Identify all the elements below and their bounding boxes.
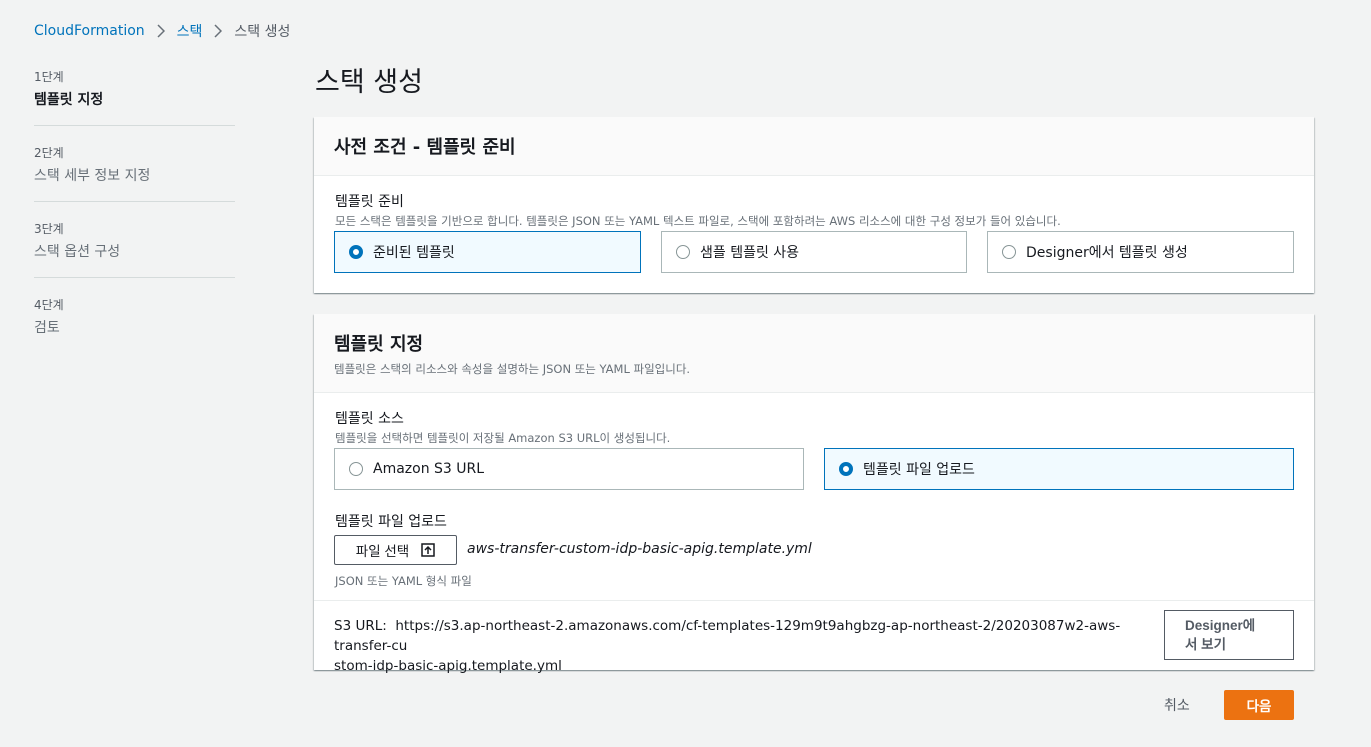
radio-selected-icon — [839, 462, 853, 476]
option-sample-template[interactable]: 샘플 템플릿 사용 — [661, 231, 967, 273]
step-title: 스택 옵션 구성 — [34, 244, 121, 260]
s3-url-text: S3 URL: https://s3.ap-northeast-2.amazon… — [334, 616, 1160, 676]
field-description: 템플릿을 선택하면 템플릿이 저장될 Amazon S3 URL이 생성됩니다. — [335, 431, 671, 445]
step-number: 2단계 — [34, 146, 64, 160]
step-title: 스택 세부 정보 지정 — [34, 168, 151, 184]
button-label: 파일 선택 — [355, 544, 410, 559]
radio-selected-icon — [349, 245, 363, 259]
breadcrumb-create-stack: 스택 생성 — [234, 24, 291, 40]
upload-icon — [421, 543, 435, 557]
breadcrumb-cloudformation[interactable]: CloudFormation — [34, 23, 145, 39]
page-title: 스택 생성 — [315, 67, 423, 98]
option-label: Amazon S3 URL — [373, 461, 485, 477]
panel-title: 템플릿 지정 — [334, 334, 424, 355]
option-label: 샘플 템플릿 사용 — [700, 245, 800, 261]
step-2: 2단계 스택 세부 정보 지정 — [34, 144, 235, 202]
s3-url-label: S3 URL: — [334, 618, 387, 634]
s3-url-value: https://s3.ap-northeast-2.amazonaws.com/… — [334, 618, 1121, 654]
field-label: 템플릿 파일 업로드 — [335, 514, 447, 530]
option-designer-template[interactable]: Designer에서 템플릿 생성 — [987, 231, 1294, 273]
step-number: 1단계 — [34, 70, 64, 84]
step-title: 검토 — [34, 320, 60, 336]
option-ready-template[interactable]: 준비된 템플릿 — [334, 231, 641, 273]
step-title: 템플릿 지정 — [34, 92, 104, 108]
field-description: 모든 스택은 템플릿을 기반으로 합니다. 템플릿은 JSON 또는 YAML … — [335, 214, 1061, 228]
option-label: Designer에서 템플릿 생성 — [1026, 245, 1188, 261]
breadcrumb-stacks[interactable]: 스택 — [177, 21, 203, 41]
s3-url-value-cont: stom-idp-basic-apig.template.yml — [334, 658, 562, 674]
selected-file-name: aws-transfer-custom-idp-basic-apig.templ… — [467, 541, 812, 557]
step-1: 1단계 템플릿 지정 — [34, 68, 235, 126]
panel-header: 템플릿 지정 템플릿은 스택의 리소스와 속성을 설명하는 JSON 또는 YA… — [314, 314, 1314, 393]
chevron-right-icon — [214, 24, 223, 38]
prereq-panel: 사전 조건 - 템플릿 준비 템플릿 준비 모든 스택은 템플릿을 기반으로 합… — [314, 117, 1314, 293]
step-number: 4단계 — [34, 298, 64, 312]
step-number: 3단계 — [34, 222, 64, 236]
step-4: 4단계 검토 — [34, 296, 235, 353]
radio-unselected-icon — [676, 245, 690, 259]
option-label: 준비된 템플릿 — [373, 245, 455, 261]
field-label: 템플릿 준비 — [335, 194, 404, 210]
option-upload-template-file[interactable]: 템플릿 파일 업로드 — [824, 448, 1294, 490]
button-label: 서 보기 — [1185, 637, 1227, 652]
cancel-button[interactable]: 취소 — [1164, 695, 1190, 715]
panel-description: 템플릿은 스택의 리소스와 속성을 설명하는 JSON 또는 YAML 파일입니… — [334, 362, 691, 376]
option-amazon-s3-url[interactable]: Amazon S3 URL — [334, 448, 804, 490]
radio-unselected-icon — [349, 462, 363, 476]
next-button[interactable]: 다음 — [1224, 690, 1294, 720]
panel-title: 사전 조건 - 템플릿 준비 — [334, 137, 516, 158]
divider — [314, 600, 1314, 601]
breadcrumb: CloudFormation 스택 스택 생성 — [34, 21, 290, 41]
view-in-designer-button[interactable]: Designer에 서 보기 — [1164, 610, 1294, 660]
button-label: Designer에 — [1185, 618, 1256, 633]
step-3: 3단계 스택 옵션 구성 — [34, 220, 235, 278]
radio-unselected-icon — [1002, 245, 1016, 259]
choose-file-button[interactable]: 파일 선택 — [334, 535, 457, 565]
file-hint: JSON 또는 YAML 형식 파일 — [335, 574, 472, 588]
specify-template-panel: 템플릿 지정 템플릿은 스택의 리소스와 속성을 설명하는 JSON 또는 YA… — [314, 314, 1314, 674]
panel-header: 사전 조건 - 템플릿 준비 — [314, 117, 1314, 176]
wizard-steps: 1단계 템플릿 지정 2단계 스택 세부 정보 지정 3단계 스택 옵션 구성 … — [34, 68, 235, 371]
field-label: 템플릿 소스 — [335, 411, 404, 427]
chevron-right-icon — [157, 24, 165, 38]
option-label: 템플릿 파일 업로드 — [863, 462, 975, 478]
